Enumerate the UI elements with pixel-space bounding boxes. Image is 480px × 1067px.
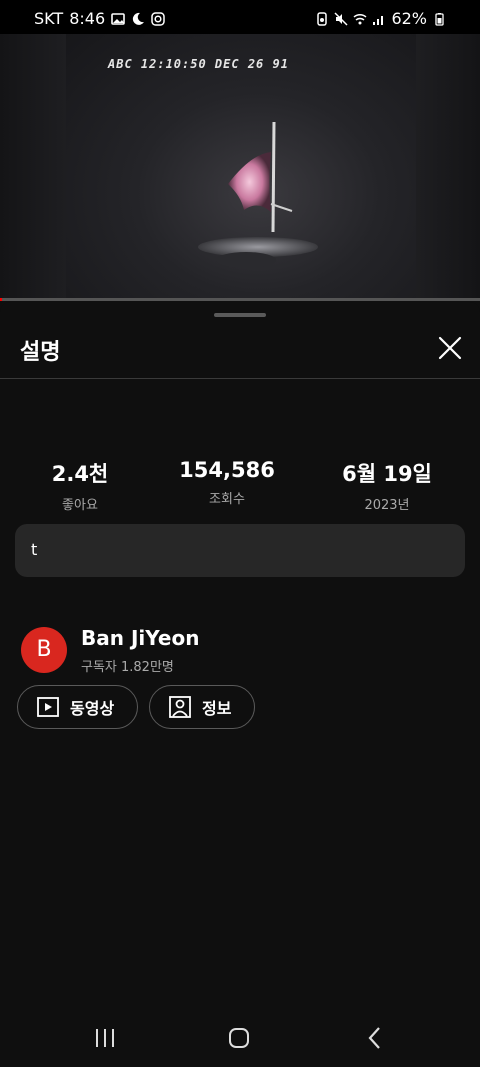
videos-button[interactable]: 동영상 [17,685,138,729]
description-sheet: 설명 2.4천 좋아요 154,586 조회수 6월 19일 2023년 t B… [0,302,480,1067]
home-icon[interactable] [224,1024,254,1052]
upload-date: 6월 19일 [342,462,432,486]
video-timestamp-overlay: ABC 12:10:50 DEC 26 91 [108,57,289,71]
video-letterbox-left [0,34,66,300]
wifi-icon [353,13,367,24]
carrier: SKT [34,9,64,28]
sheet-title: 설명 [20,340,61,365]
about-button-label: 정보 [202,699,232,718]
close-icon[interactable] [434,332,466,364]
subscriber-count: 구독자 1.82만명 [81,660,174,675]
moon-icon [132,12,145,25]
likes-stat: 2.4천 좋아요 [0,458,160,513]
video-letterbox-right [416,34,480,300]
nfc-icon [317,11,328,26]
battery-icon [435,12,444,26]
avatar[interactable]: B [21,627,67,673]
battery-percent: 62% [391,9,427,28]
divider [0,378,480,379]
likes-count: 2.4천 [51,462,109,486]
date-stat: 6월 19일 2023년 [307,458,467,513]
person-icon [169,696,191,718]
clock: 8:46 [69,9,106,28]
back-icon[interactable] [360,1024,390,1052]
mute-icon [334,11,348,26]
drag-handle[interactable] [214,313,266,317]
about-button[interactable]: 정보 [149,685,255,729]
views-label: 조회수 [209,492,245,507]
video-player[interactable]: ABC 12:10:50 DEC 26 91 [0,34,480,300]
play-icon [37,697,59,717]
gallery-icon [111,12,125,25]
signal-icon [373,15,384,25]
progress-played [0,298,2,301]
flag-scene-image [198,121,318,268]
views-stat: 154,586 조회수 [147,458,307,507]
instagram-icon [151,11,165,26]
upload-year: 2023년 [364,498,410,513]
channel-name[interactable]: Ban JiYeon [81,626,199,650]
description-box[interactable]: t [15,524,465,577]
recent-apps-icon[interactable] [90,1024,120,1052]
likes-label: 좋아요 [62,498,98,513]
videos-button-label: 동영상 [70,699,115,718]
status-bar: SKT 8:46 62% [0,0,480,38]
video-frame [66,34,416,300]
views-count: 154,586 [179,458,275,482]
description-text: t [31,540,38,559]
video-progress-bar[interactable] [0,298,480,301]
navigation-bar [0,1008,480,1067]
